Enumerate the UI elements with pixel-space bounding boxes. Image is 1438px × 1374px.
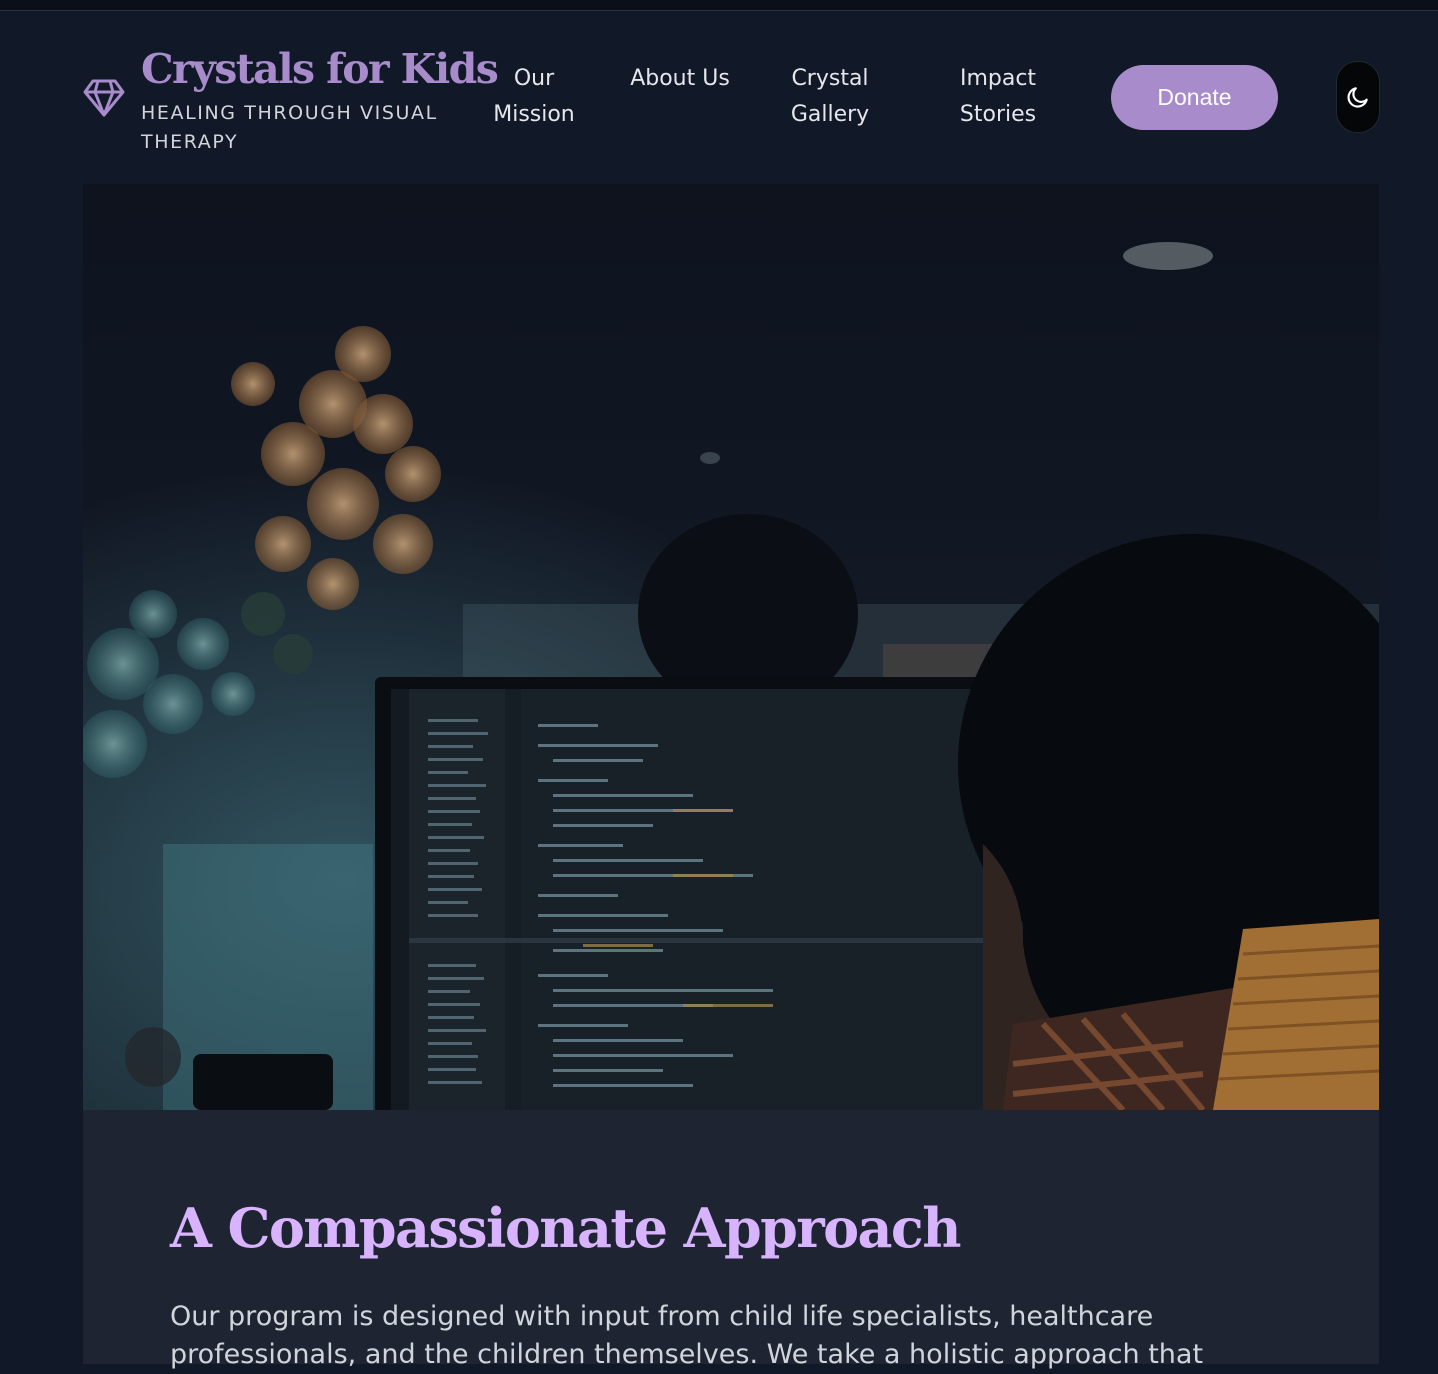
top-border [0,0,1438,11]
brand-title: Crystals for Kids [141,45,499,93]
hero-image [83,184,1379,1110]
nav-item-impact-stories[interactable]: Impact Stories [940,61,1056,133]
approach-card: A Compassionate Approach Our program is … [83,1110,1379,1370]
nav-item-crystal-gallery[interactable]: Crystal Gallery [770,61,890,133]
section-body: Our program is designed with input from … [170,1301,1204,1370]
nav-item-our-mission[interactable]: Our Mission [480,61,588,133]
donate-button[interactable]: Donate [1111,65,1278,130]
gem-icon [83,79,125,117]
moon-icon [1347,87,1368,108]
nav-item-about-us[interactable]: About Us [630,61,730,97]
site-header: Crystals for Kids Healing Through Visual… [0,11,1438,184]
section-heading: A Compassionate Approach [170,1196,961,1260]
hero-photo [83,184,1379,1110]
brand-subtitle: Healing Through Visual Therapy [141,102,438,153]
theme-toggle-button[interactable] [1336,61,1380,133]
